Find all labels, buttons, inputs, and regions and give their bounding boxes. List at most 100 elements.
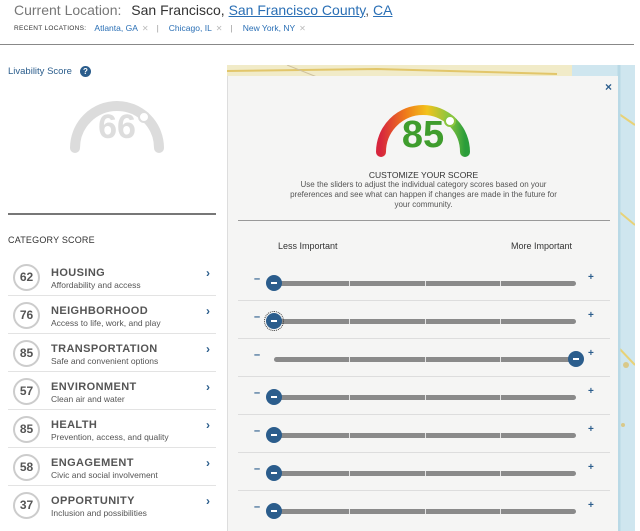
chevron-right-icon[interactable]: ›: [206, 342, 210, 356]
slider-thumb[interactable]: [266, 503, 282, 519]
separator: |: [230, 23, 233, 33]
category-score-badge: 57: [13, 378, 40, 405]
city-name: San Francisco,: [131, 2, 225, 18]
decrease-button[interactable]: –: [254, 425, 260, 437]
category-list: 62 HOUSING Affordability and access › 76…: [8, 258, 216, 524]
chevron-right-icon[interactable]: ›: [206, 304, 210, 318]
category-transportation[interactable]: 85 TRANSPORTATION Safe and convenient op…: [8, 334, 216, 372]
recent-locations: RECENT LOCATIONS: Atlanta, GA ✕ | Chicag…: [14, 23, 312, 33]
category-name: NEIGHBORHOOD: [51, 305, 149, 317]
slider-engagement: – +: [238, 453, 610, 491]
category-neighborhood[interactable]: 76 NEIGHBORHOOD Access to life, work, an…: [8, 296, 216, 334]
livability-score-value: 66: [98, 108, 136, 146]
remove-icon[interactable]: ✕: [216, 24, 223, 33]
remove-icon[interactable]: ✕: [142, 24, 149, 33]
slider-health: – +: [238, 415, 610, 453]
slider-transportation: – +: [238, 339, 610, 377]
category-score-badge: 85: [13, 416, 40, 443]
chevron-right-icon[interactable]: ›: [206, 418, 210, 432]
category-name: HEALTH: [51, 419, 98, 431]
category-score-badge: 85: [13, 340, 40, 367]
slider-track[interactable]: [266, 427, 576, 443]
category-description: Clean air and water: [51, 394, 125, 404]
category-name: TRANSPORTATION: [51, 343, 158, 355]
category-description: Prevention, access, and quality: [51, 432, 169, 442]
chevron-right-icon[interactable]: ›: [206, 494, 210, 508]
customize-score-modal: × 85 CUSTOMIZE YOUR SCORE Use the slider…: [227, 76, 618, 531]
slider-neighborhood: – +: [238, 301, 610, 339]
category-opportunity[interactable]: 37 OPPORTUNITY Inclusion and possibiliti…: [8, 486, 216, 524]
slider-track[interactable]: [266, 389, 576, 405]
slider-opportunity: – +: [238, 491, 610, 529]
increase-button[interactable]: +: [588, 462, 594, 473]
slider-track[interactable]: [266, 465, 576, 481]
category-description: Inclusion and possibilities: [51, 508, 147, 518]
category-description: Safe and convenient options: [51, 356, 159, 366]
recent-location-atlanta[interactable]: Atlanta, GA: [94, 23, 137, 33]
category-health[interactable]: 85 HEALTH Prevention, access, and qualit…: [8, 410, 216, 448]
category-environment[interactable]: 57 ENVIRONMENT Clean air and water ›: [8, 372, 216, 410]
category-description: Access to life, work, and play: [51, 318, 161, 328]
slider-thumb[interactable]: [264, 311, 284, 331]
recent-location-chicago[interactable]: Chicago, IL: [169, 23, 212, 33]
slider-thumb[interactable]: [266, 275, 282, 291]
chevron-right-icon[interactable]: ›: [206, 380, 210, 394]
current-location: Current Location: San Francisco, San Fra…: [14, 2, 393, 18]
more-important-label: More Important: [510, 241, 572, 251]
livability-score-label: Livability Score: [8, 66, 72, 77]
category-description: Affordability and access: [51, 280, 141, 290]
increase-button[interactable]: +: [588, 386, 594, 397]
slider-thumb[interactable]: [266, 389, 282, 405]
county-link[interactable]: San Francisco County: [229, 2, 366, 18]
increase-button[interactable]: +: [588, 348, 594, 359]
modal-divider: [238, 220, 610, 221]
slider-housing: – +: [238, 263, 610, 301]
chevron-right-icon[interactable]: ›: [206, 456, 210, 470]
left-divider: [8, 213, 216, 215]
slider-track[interactable]: [264, 311, 576, 331]
customize-title: CUSTOMIZE YOUR SCORE: [368, 170, 479, 180]
header-divider: [0, 44, 634, 45]
category-score-badge: 58: [13, 454, 40, 481]
slider-track[interactable]: [274, 351, 584, 367]
category-score-badge: 62: [13, 264, 40, 291]
slider-track[interactable]: [266, 275, 576, 291]
slider-thumb[interactable]: [266, 427, 282, 443]
chevron-right-icon[interactable]: ›: [206, 266, 210, 280]
remove-icon[interactable]: ✕: [299, 24, 306, 33]
livability-score-title: Livability Score ?: [8, 66, 91, 77]
slider-environment: – +: [238, 377, 610, 415]
decrease-button[interactable]: –: [254, 349, 260, 361]
current-location-label: Current Location:: [14, 2, 122, 18]
slider-thumb[interactable]: [568, 351, 584, 367]
livability-app: Current Location: San Francisco, San Fra…: [0, 0, 640, 531]
recent-location-newyork[interactable]: New York, NY: [243, 23, 295, 33]
close-icon[interactable]: ×: [605, 80, 612, 94]
recent-locations-label: RECENT LOCATIONS:: [14, 24, 87, 32]
help-icon[interactable]: ?: [79, 66, 91, 77]
customize-description: Use the sliders to adjust the individual…: [290, 180, 557, 209]
slider-thumb[interactable]: [266, 465, 282, 481]
importance-sliders: – + – + – + – + – + – + – +: [238, 263, 610, 529]
customized-score-value: 85: [401, 114, 445, 156]
decrease-button[interactable]: –: [254, 273, 260, 285]
increase-button[interactable]: +: [588, 500, 594, 511]
category-housing[interactable]: 62 HOUSING Affordability and access ›: [8, 258, 216, 296]
increase-button[interactable]: +: [588, 424, 594, 435]
decrease-button[interactable]: –: [254, 387, 260, 399]
increase-button[interactable]: +: [588, 310, 594, 321]
state-link[interactable]: CA: [373, 2, 392, 18]
decrease-button[interactable]: –: [254, 463, 260, 475]
category-name: HOUSING: [51, 267, 106, 279]
category-name: OPPORTUNITY: [51, 495, 135, 507]
less-important-label: Less Important: [278, 241, 338, 251]
category-name: ENVIRONMENT: [51, 381, 137, 393]
decrease-button[interactable]: –: [254, 501, 260, 513]
category-score-title: CATEGORY SCORE: [8, 235, 95, 245]
slider-track[interactable]: [266, 503, 576, 519]
decrease-button[interactable]: –: [254, 311, 260, 323]
increase-button[interactable]: +: [588, 272, 594, 283]
category-score-badge: 37: [13, 492, 40, 519]
category-engagement[interactable]: 58 ENGAGEMENT Civic and social involveme…: [8, 448, 216, 486]
category-score-badge: 76: [13, 302, 40, 329]
